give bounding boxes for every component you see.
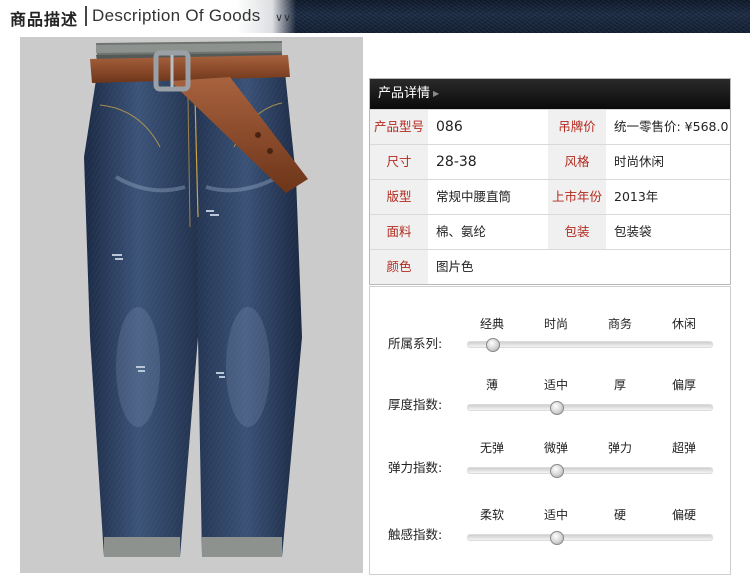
attribute-name: 厚度指数: [388,397,443,412]
detail-row: 面料 棉、氨纶 包装 包装袋 [370,214,730,249]
label-fit: 版型 [370,180,428,214]
value-fabric: 棉、氨纶 [436,224,487,239]
option-label: 微弹 [543,441,568,455]
option-label: 无弹 [479,441,504,455]
option-label: 柔软 [479,508,504,522]
slider-track [467,404,713,411]
label-color: 颜色 [370,250,428,284]
chevron-double-down-icon: ∨∨ [275,11,292,24]
option-label: 偏硬 [671,508,696,522]
option-label: 弹力 [607,441,632,455]
slider-track [467,467,713,474]
option-label: 薄 [485,378,498,392]
slider-knob [486,338,500,352]
option-label: 休闲 [671,317,696,331]
value-tag-price: 统一零售价: ¥568.0 [614,119,729,134]
page-header: 商品描述 Description Of Goods ∨∨ [0,0,750,33]
attribute-name: 触感指数: [388,527,443,542]
label-fabric: 面料 [370,215,428,249]
header-title-en: Description Of Goods [92,6,261,25]
attribute-series: 经典 时尚 商务 休闲 所属系列: [370,313,730,373]
value-model: 086 [436,119,463,135]
label-size: 尺寸 [370,145,428,179]
detail-row: 尺寸 28-38 风格 时尚休闲 [370,144,730,179]
slider-knob [550,401,564,415]
jeans-image [84,41,308,557]
option-label: 硬 [613,508,626,522]
slider-track [467,341,713,348]
label-tag-price: 吊牌价 [548,110,606,144]
detail-row: 版型 常规中腰直筒 上市年份 2013年 [370,179,730,214]
header-divider [85,6,87,26]
details-header-label: 产品详情 [378,86,431,101]
value-packaging: 包装袋 [614,224,652,239]
option-label: 适中 [543,508,568,522]
slider-knob [550,464,564,478]
value-color: 图片色 [436,259,474,274]
option-label: 超弹 [671,441,696,455]
slider-knob [550,531,564,545]
attribute-touch: 柔软 适中 硬 偏硬 触感指数: [370,504,730,564]
option-label: 偏厚 [671,378,696,392]
label-packaging: 包装 [548,215,606,249]
attribute-name: 所属系列: [388,336,443,351]
label-style: 风格 [548,145,606,179]
value-style: 时尚休闲 [614,154,665,169]
product-photo [20,37,363,573]
attribute-indices-panel: 经典 时尚 商务 休闲 所属系列: 薄 适中 厚 偏厚 厚度指数: 无弹 微弹 … [369,286,731,575]
value-size: 28-38 [436,154,477,170]
slider-track [467,534,713,541]
label-year: 上市年份 [548,180,606,214]
product-details-table: 产品详情 ▶ 产品型号 086 吊牌价 统一零售价: ¥568.0 尺寸 28-3… [369,78,731,285]
attribute-name: 弹力指数: [388,460,443,475]
label-model: 产品型号 [370,110,428,144]
header-title-cn: 商品描述 [10,10,79,29]
attribute-thickness: 薄 适中 厚 偏厚 厚度指数: [370,374,730,434]
value-fit: 常规中腰直筒 [436,189,512,204]
value-year: 2013年 [614,189,659,204]
detail-row: 产品型号 086 吊牌价 统一零售价: ¥568.0 [370,109,730,144]
detail-row: 颜色 图片色 [370,249,730,284]
option-label: 厚 [613,378,626,392]
option-label: 经典 [479,317,504,331]
triangle-right-icon: ▶ [433,89,440,98]
details-header: 产品详情 ▶ [370,79,730,109]
option-label: 适中 [543,378,568,392]
option-label: 时尚 [543,317,568,331]
attribute-elasticity: 无弹 微弹 弹力 超弹 弹力指数: [370,437,730,497]
option-label: 商务 [607,317,632,331]
